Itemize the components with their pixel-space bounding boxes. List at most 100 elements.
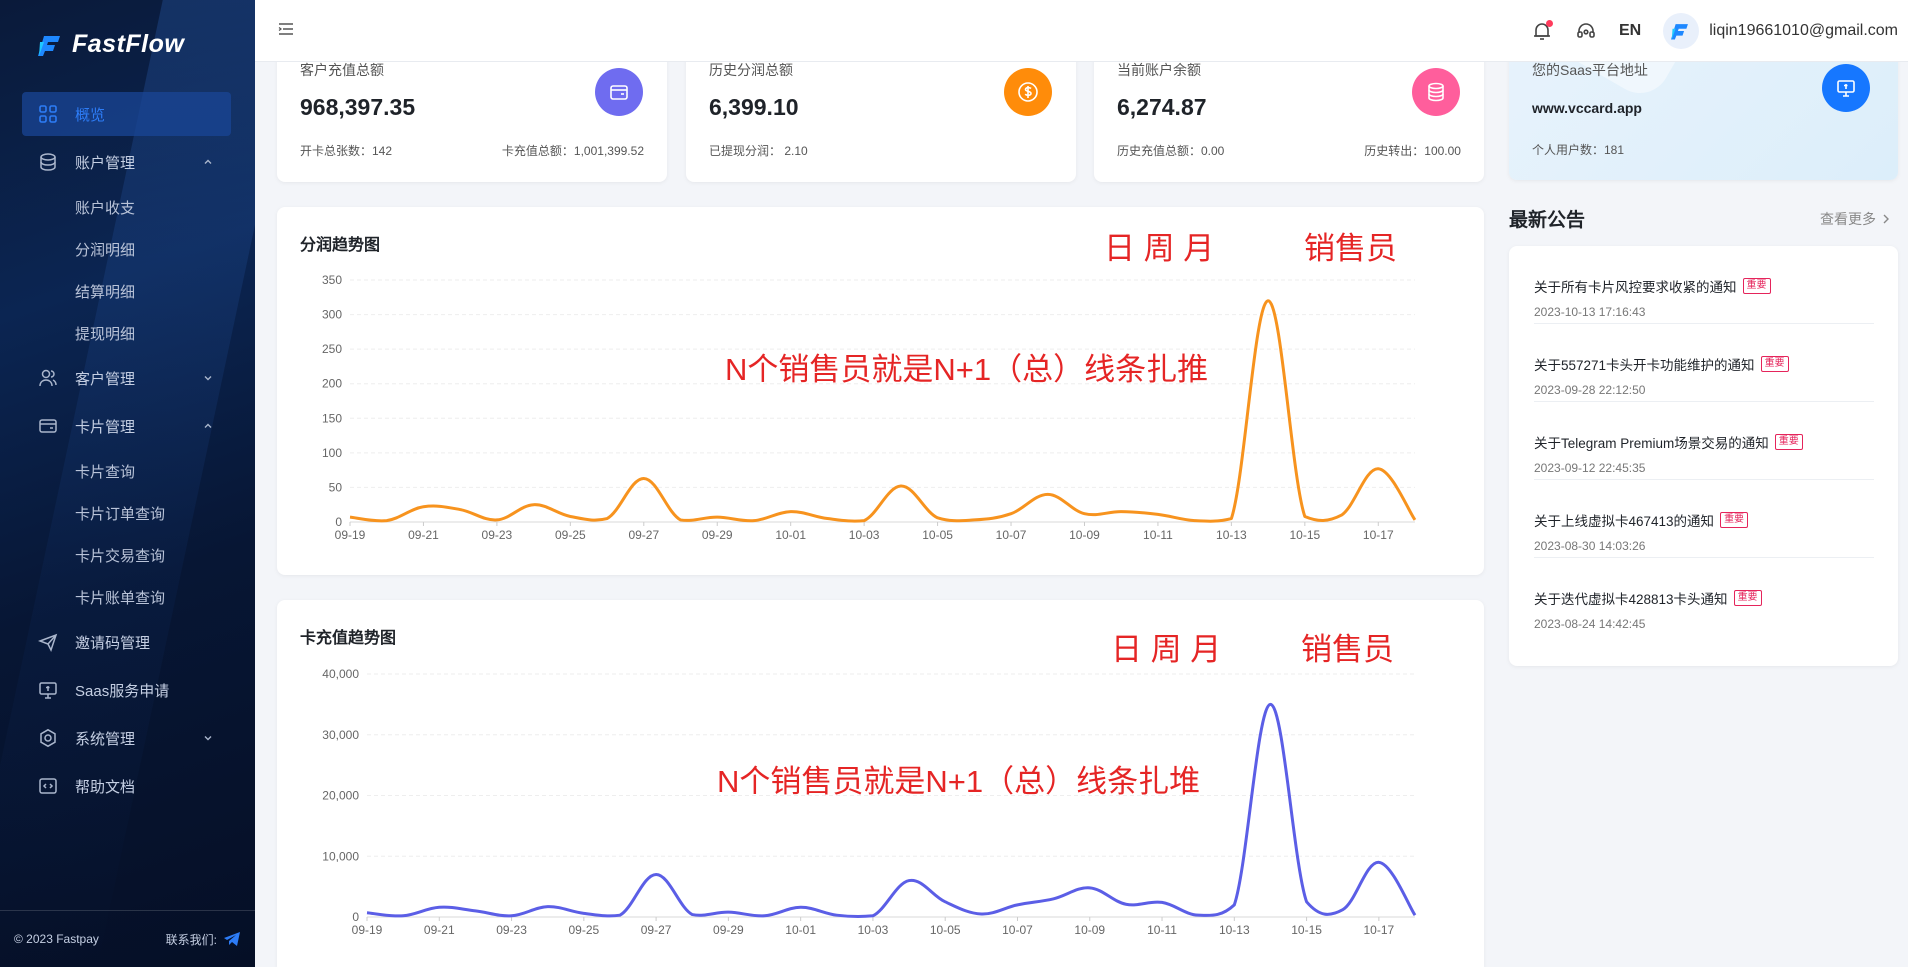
x-tick-label: 09-21 [424, 923, 455, 937]
notice-item[interactable]: 关于上线虚拟卡467413的通知 重要 2023-08-30 14:03:26 [1534, 480, 1874, 558]
notice-title: 关于Telegram Premium场景交易的通知 [1534, 436, 1769, 451]
y-tick-label: 150 [322, 411, 342, 425]
contact-us-link[interactable]: 联系我们: [166, 931, 241, 948]
series-line [366, 702, 1417, 919]
x-tick-label: 09-29 [713, 923, 744, 937]
x-tick-label: 09-27 [641, 923, 672, 937]
brand-logo[interactable]: FastFlow [38, 30, 184, 59]
telegram-icon [224, 932, 240, 946]
stat-label: 当前账户余额 [1117, 62, 1201, 78]
send-icon [38, 633, 58, 652]
notifications-button[interactable] [1531, 20, 1553, 42]
code-icon [39, 778, 57, 794]
x-tick-label: 10-05 [922, 528, 953, 542]
x-tick-label: 09-23 [496, 923, 527, 937]
monitor-icon [39, 682, 57, 699]
sidebar-item-saas-apply[interactable]: Saas服务申请 [0, 666, 255, 714]
sidebar-item-label: Saas服务申请 [75, 682, 170, 700]
saas-url[interactable]: www.vccard.app [1532, 100, 1642, 116]
sidebar-subitem-card-transaction-query[interactable]: 卡片交易查询 [0, 534, 255, 576]
notice-item[interactable]: 关于557271卡头开卡功能维护的通知 重要 2023-09-28 22:12:5… [1534, 324, 1874, 402]
x-tick-label: 10-15 [1291, 923, 1322, 937]
y-tick-label: 200 [322, 377, 342, 391]
saas-badge [1822, 64, 1870, 112]
y-tick-label: 40,000 [322, 667, 359, 681]
x-tick-label: 10-03 [858, 923, 889, 937]
sidebar-subitem-profit-detail[interactable]: 分润明细 [0, 228, 255, 270]
sidebar-subitem-settlement-detail[interactable]: 结算明细 [0, 270, 255, 312]
stat-label: 客户充值总额 [300, 62, 384, 78]
user-menu[interactable]: liqin19661010@gmail.com [1663, 13, 1898, 49]
profit-trend-card: 分润趋势图 日 周 月 销售员 N个销售员就是N+1（总）线条扎推 0 50 100… [277, 207, 1484, 575]
notice-time: 2023-09-12 22:45:35 [1534, 461, 1646, 475]
chevron-right-icon [1883, 214, 1889, 224]
sidebar-item-account[interactable]: 账户管理 [0, 138, 255, 186]
notice-item[interactable]: 关于迭代虚拟卡428813卡头通知 重要 2023-08-24 14:42:45 [1534, 558, 1874, 636]
x-tick-label: 10-11 [1147, 923, 1177, 937]
important-tag: 重要 [1760, 356, 1789, 372]
sidebar-subitem-card-bill-query[interactable]: 卡片账单查询 [0, 576, 255, 618]
sidebar-item-label: 客户管理 [75, 370, 136, 388]
x-tick-label: 09-25 [555, 528, 586, 542]
y-tick-label: 0 [352, 910, 359, 924]
x-tick-label: 10-03 [849, 528, 880, 542]
x-tick-label: 10-01 [785, 923, 816, 937]
important-tag: 重要 [1733, 590, 1762, 606]
important-tag: 重要 [1742, 278, 1771, 294]
notice-time: 2023-09-28 22:12:50 [1534, 383, 1646, 397]
language-switch[interactable]: EN [1619, 22, 1641, 40]
avatar [1663, 13, 1700, 49]
sidebar-item-overview[interactable]: 概览 [0, 90, 255, 138]
users-icon [39, 369, 57, 387]
notice-item[interactable]: 关于Telegram Premium场景交易的通知 重要 2023-09-12 2… [1534, 402, 1874, 480]
stat-value: 6,399.10 [709, 94, 799, 120]
sidebar-subitem-account-ledger[interactable]: 账户收支 [0, 186, 255, 228]
saas-label: 您的Saas平台地址 [1532, 62, 1648, 78]
sidebar-menu: 概览 账户管理 账户收支 分润明细 结算明细 提现明细 客户管理 卡片管理 卡片… [0, 90, 255, 810]
sidebar-subitem-withdraw-detail[interactable]: 提现明细 [0, 312, 255, 354]
user-email: liqin19661010@gmail.com [1709, 22, 1898, 39]
y-tick-label: 30,000 [322, 728, 359, 742]
sidebar-subitem-card-order-query[interactable]: 卡片订单查询 [0, 492, 255, 534]
notice-title: 关于所有卡片风控要求收紧的通知 [1534, 280, 1737, 295]
dashboard-icon [39, 105, 57, 123]
stat-footer-left: 开卡总张数：142 [300, 144, 393, 158]
y-tick-label: 100 [322, 446, 342, 460]
stat-badge [595, 68, 643, 116]
support-headset-icon[interactable] [1575, 20, 1597, 42]
notice-title: 关于迭代虚拟卡428813卡头通知 [1534, 592, 1728, 607]
recharge-trend-card: 卡充值趋势图 日 周 月 销售员 N个销售员就是N+1（总）线条扎堆 0 10,0… [277, 600, 1484, 967]
fastflow-logo-icon [38, 35, 60, 56]
y-tick-label: 300 [322, 308, 342, 322]
y-tick-label: 10,000 [322, 849, 359, 863]
notices-more-link[interactable]: 查看更多 [1820, 209, 1890, 229]
menu-toggle-icon[interactable] [278, 22, 294, 36]
notices-list: 关于所有卡片风控要求收紧的通知 重要 2023-10-13 17:16:43 关于… [1509, 246, 1898, 666]
x-tick-label: 10-15 [1289, 528, 1320, 542]
copyright-text: © 2023 Fastpay [14, 932, 99, 946]
sidebar-item-label: 概览 [75, 106, 106, 124]
database-icon [40, 153, 56, 171]
profit-trend-chart: 0 50 100 150 200 250 300 350 09-19 09-21 09-23 09-2… [322, 273, 1417, 542]
x-tick-label: 09-25 [568, 923, 599, 937]
chevron-up-icon [204, 423, 212, 428]
sidebar-item-system[interactable]: 系统管理 [0, 714, 255, 762]
x-tick-label: 10-13 [1216, 528, 1247, 542]
sidebar-subitem-card-query[interactable]: 卡片查询 [0, 450, 255, 492]
notice-item[interactable]: 关于所有卡片风控要求收紧的通知 重要 2023-10-13 17:16:43 [1534, 246, 1874, 324]
x-tick-label: 10-09 [1069, 528, 1100, 542]
settings-icon [40, 728, 56, 748]
sidebar-item-help[interactable]: 帮助文档 [0, 762, 255, 810]
sidebar-item-cards[interactable]: 卡片管理 [0, 402, 255, 450]
sidebar-item-invite-codes[interactable]: 邀请码管理 [0, 618, 255, 666]
notice-time: 2023-08-24 14:42:45 [1534, 617, 1646, 631]
x-tick-label: 10-17 [1364, 923, 1395, 937]
more-label: 查看更多 [1820, 211, 1876, 227]
stat-footer-left: 历史充值总额：0.00 [1117, 144, 1225, 158]
x-tick-label: 09-19 [352, 923, 383, 937]
y-tick-label: 250 [322, 342, 342, 356]
y-tick-label: 0 [335, 515, 342, 529]
sidebar-item-customers[interactable]: 客户管理 [0, 354, 255, 402]
x-tick-label: 09-27 [628, 528, 659, 542]
notice-title: 关于557271卡头开卡功能维护的通知 [1534, 358, 1755, 373]
